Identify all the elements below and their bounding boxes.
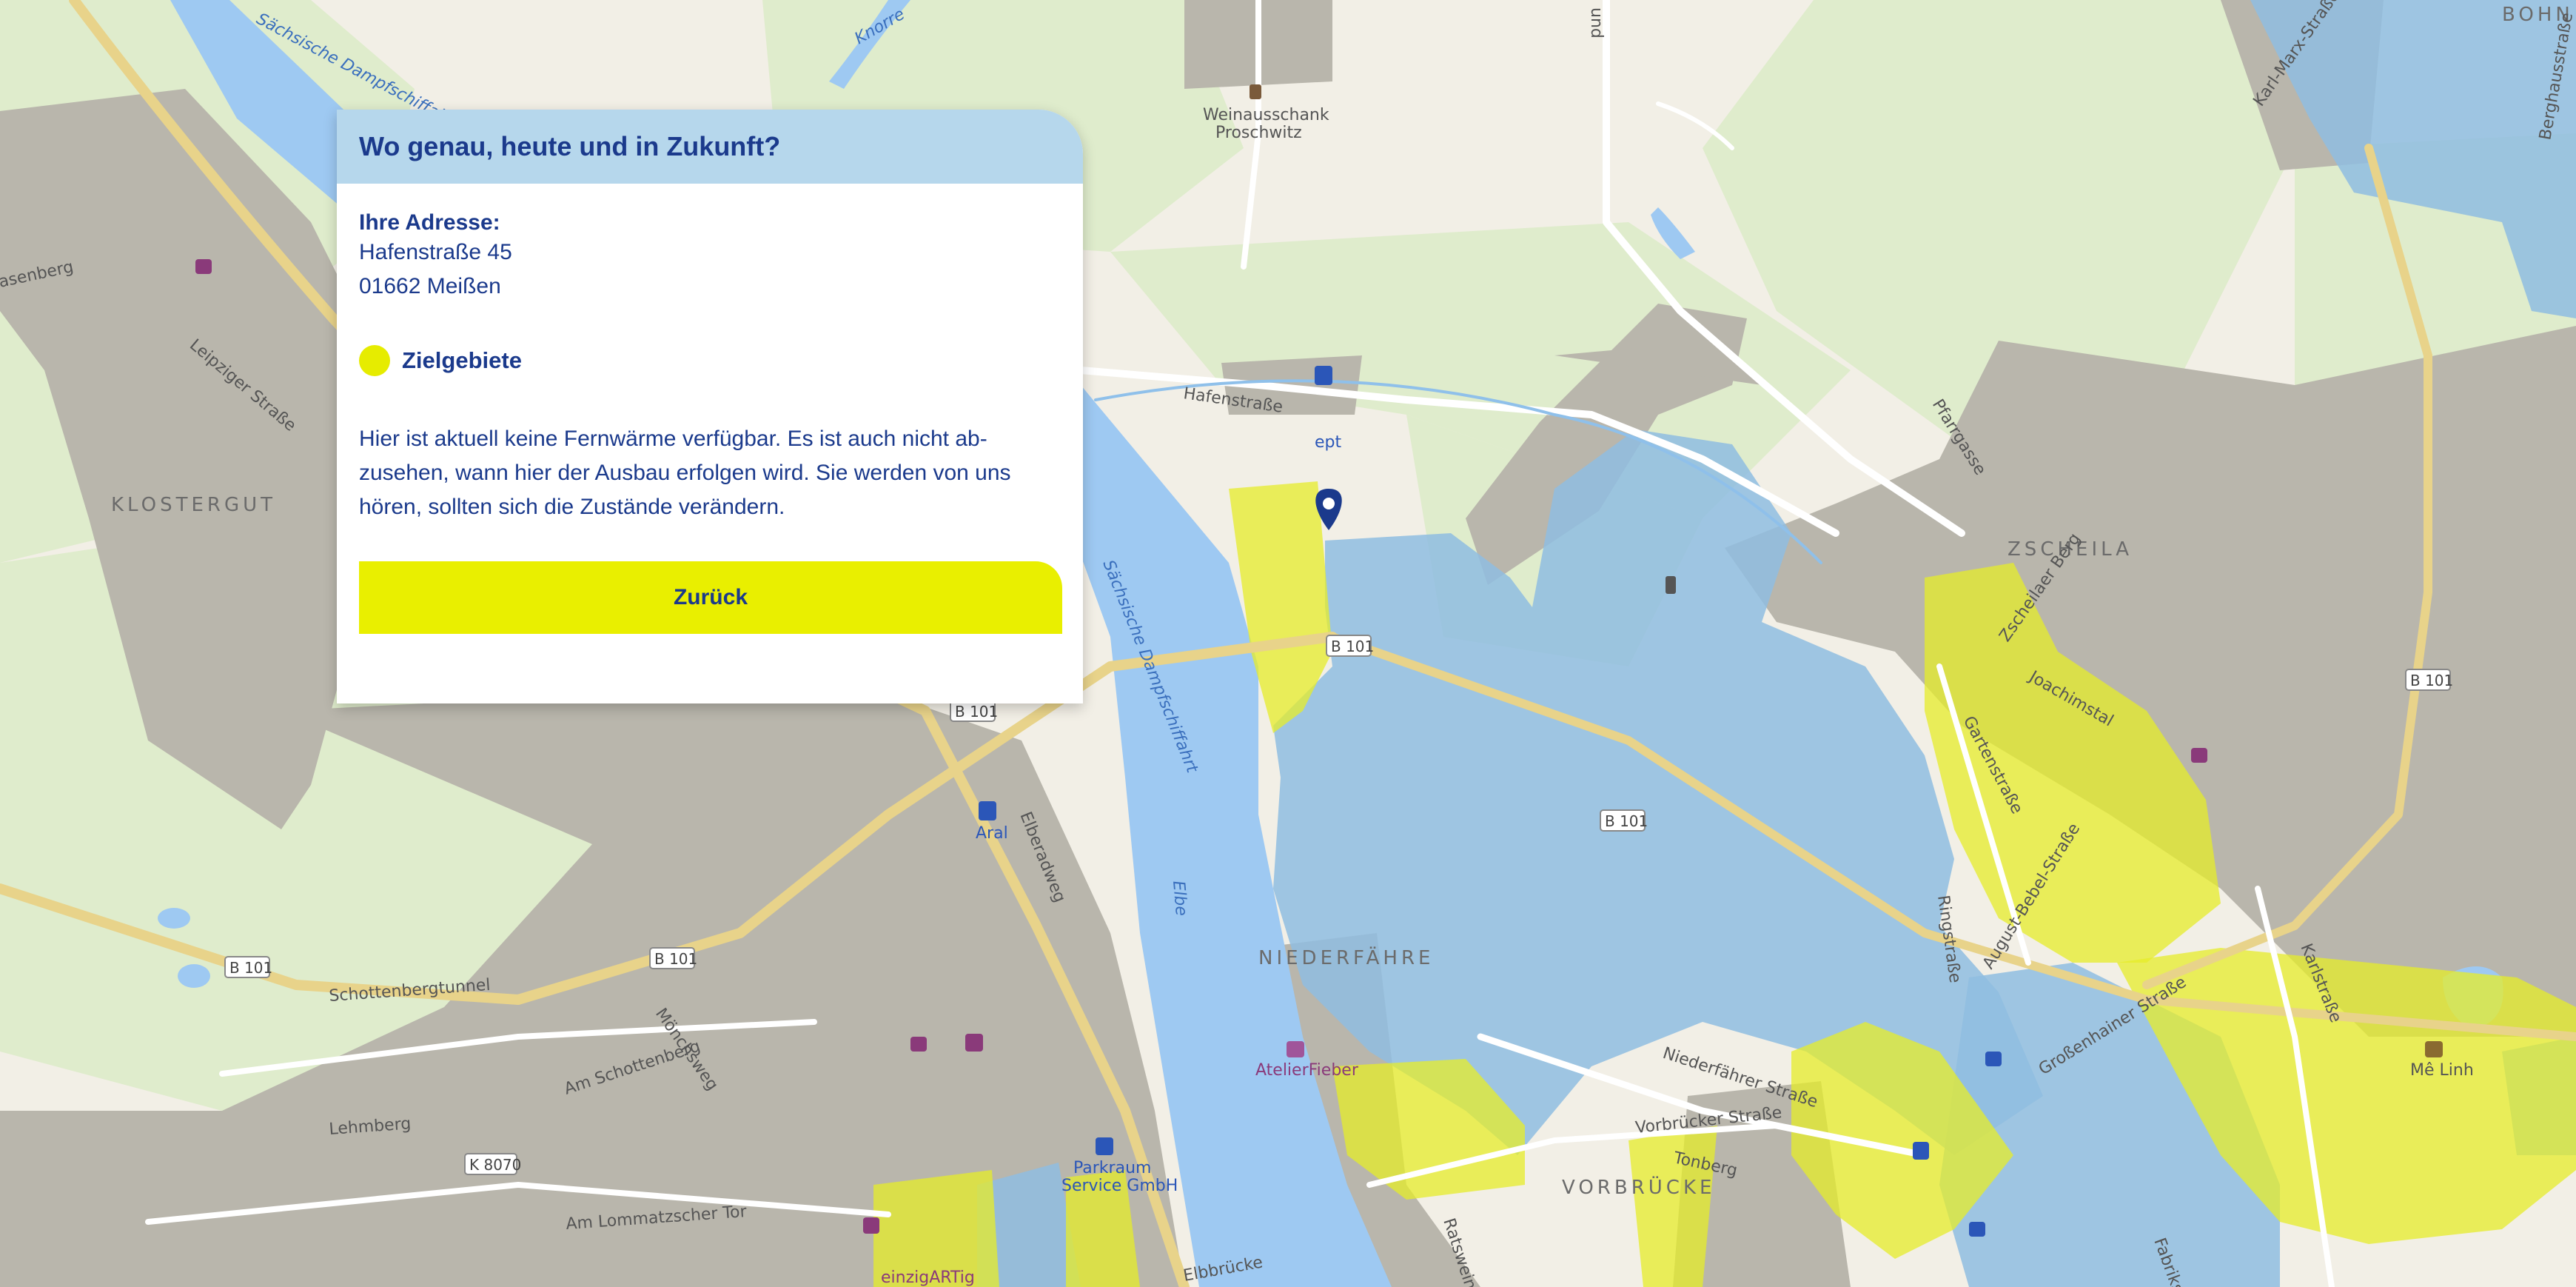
road-shield: B 101	[224, 956, 272, 978]
road-shield: K 8070	[464, 1153, 521, 1175]
parking-icon	[1096, 1137, 1113, 1155]
place-label-klostergut: KLOSTERGUT	[111, 494, 276, 516]
poi-label-parkraum: Parkraum	[1073, 1159, 1151, 1177]
panel-header: Wo genau, heute und in Zukunft?	[337, 110, 1083, 184]
address-city: 01662 Meißen	[359, 274, 501, 298]
road-shield-text: B 101	[1331, 638, 1374, 655]
museum-icon	[863, 1217, 879, 1234]
restaurant-icon	[2425, 1041, 2443, 1057]
poi-label-aral: Aral	[976, 824, 1008, 843]
place-label-niederfaehre: NIEDERFÄHRE	[1258, 946, 1434, 969]
road-shield-text: B 101	[654, 950, 697, 968]
wine-icon	[1250, 84, 1261, 99]
street-label-top: und	[1587, 7, 1606, 39]
camera-icon	[2191, 748, 2207, 763]
road-shield: B 101	[1600, 809, 1648, 832]
road-shield-text: B 101	[955, 703, 998, 721]
road-shield-text: B 101	[229, 959, 272, 977]
road-shield: B 101	[649, 947, 697, 969]
poi-label-weinausschank: Weinausschank	[1203, 106, 1329, 124]
shop-cart-icon	[1969, 1222, 1985, 1237]
road-shield-text: B 101	[1605, 812, 1648, 830]
place-label-vorbruecke: VORBRÜCKE	[1562, 1175, 1715, 1199]
map-pin-center	[1323, 498, 1335, 509]
road-shield-text: B 101	[2410, 672, 2453, 689]
poi-label-meilinh: Mê Linh	[2410, 1061, 2474, 1080]
legend-label: Zielgebiete	[402, 347, 522, 373]
address-label: Ihre Adresse:	[359, 210, 500, 235]
availability-description: Hier ist aktuell keine Fernwärme verfügb…	[359, 422, 1062, 524]
road-shield-text: K 8070	[469, 1156, 521, 1174]
camera-icon	[910, 1037, 927, 1052]
description-line: hören, sollten sich die Zustände verände…	[359, 495, 785, 519]
fuel-station-icon	[979, 801, 996, 820]
road-shield: B 101	[1326, 635, 1374, 657]
river-label-elbe: Elbe	[1169, 880, 1190, 917]
panel-body: Ihre Adresse: Hafenstraße 45 01662 Meiße…	[337, 184, 1083, 634]
poi-einzigartig[interactable]: einzigARTig	[881, 1268, 975, 1287]
poi-label-einzigartig: einzigARTig	[881, 1268, 975, 1287]
shop-cart-icon	[1985, 1052, 2002, 1066]
restaurant-fork-icon	[1666, 576, 1676, 594]
camera-icon	[195, 259, 212, 274]
back-button[interactable]: Zurück	[359, 561, 1062, 634]
address-street: Hafenstraße 45	[359, 240, 512, 264]
poi-label-ept: ept	[1315, 433, 1342, 452]
legend-target-areas: Zielgebiete	[359, 345, 1061, 376]
address-info-panel: Wo genau, heute und in Zukunft? Ihre Adr…	[337, 110, 1083, 703]
description-line: Hier ist aktuell keine Fernwärme verfügb…	[359, 427, 987, 451]
legend-yellow-dot	[359, 345, 390, 376]
gallery-icon	[1287, 1041, 1304, 1057]
museum-icon	[965, 1034, 983, 1052]
poi-label-proschwitz: Proschwitz	[1215, 124, 1302, 142]
poi-label-service: Service GmbH	[1061, 1177, 1178, 1195]
road-shield: B 101	[950, 700, 998, 722]
poi-label-atelier: AtelierFieber	[1255, 1061, 1359, 1080]
description-line: zusehen, wann hier der Ausbau erfolgen w…	[359, 461, 1011, 485]
panel-title: Wo genau, heute und in Zukunft?	[359, 131, 781, 161]
fuel-station-icon	[1913, 1142, 1929, 1160]
fuel-station-icon	[1315, 366, 1332, 385]
road-shield: B 101	[2405, 669, 2453, 691]
